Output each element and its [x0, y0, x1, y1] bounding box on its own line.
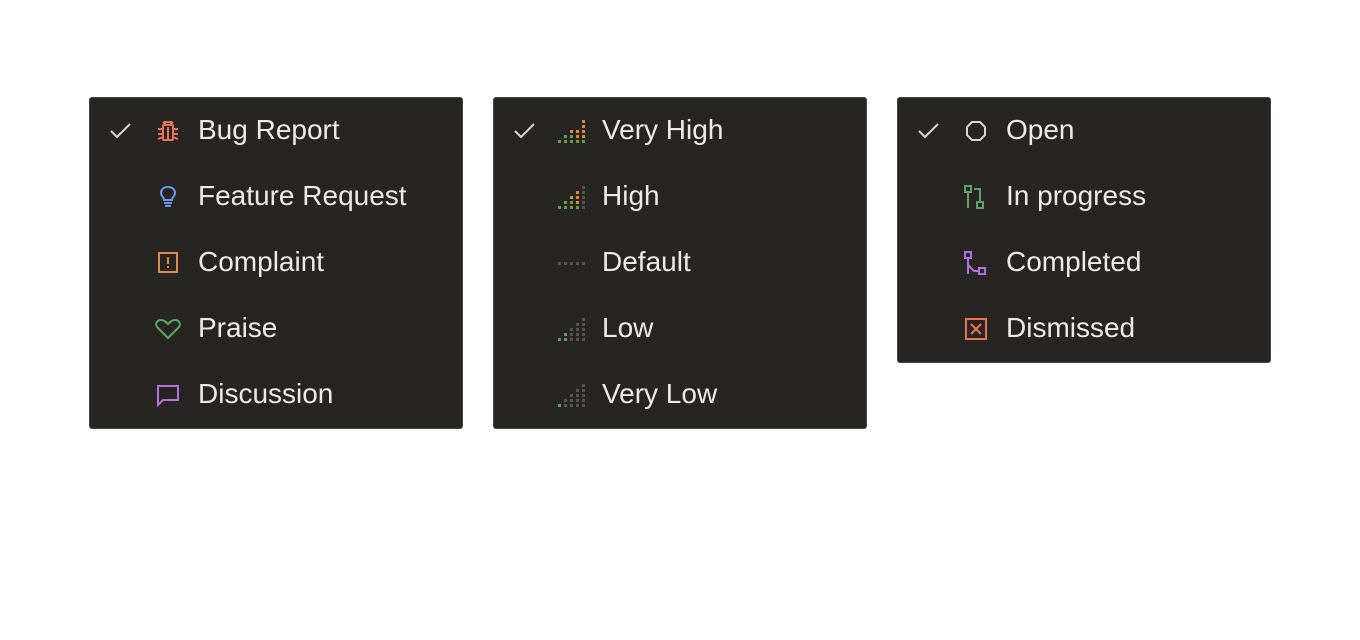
alert-square-icon: [154, 251, 182, 275]
menu-item-in-progress[interactable]: In progress: [898, 164, 1270, 230]
menu-item-label: Low: [602, 312, 654, 343]
menu-item-praise[interactable]: Praise: [90, 296, 462, 362]
menu-item-label: Open: [1006, 114, 1075, 145]
check-icon: [917, 121, 941, 141]
priority-very-high-icon: [558, 119, 586, 143]
priority-menu: Very High High Default Low Very Low: [493, 97, 867, 429]
menu-item-very-low[interactable]: Very Low: [494, 362, 866, 428]
menu-item-label: In progress: [1006, 180, 1147, 211]
priority-high-icon: [558, 185, 586, 209]
menu-item-label: Default: [602, 246, 691, 277]
branch-in-progress-icon: [962, 185, 990, 209]
menu-item-complaint[interactable]: Complaint: [90, 230, 462, 296]
check-icon: [109, 121, 133, 141]
menu-item-label: High: [602, 180, 660, 211]
heart-icon: [154, 317, 182, 341]
priority-very-low-icon: [558, 383, 586, 407]
menu-item-low[interactable]: Low: [494, 296, 866, 362]
menu-item-label: Discussion: [198, 378, 334, 409]
priority-default-icon: [558, 251, 586, 275]
menu-item-label: Very Low: [602, 378, 718, 409]
menu-item-completed[interactable]: Completed: [898, 230, 1270, 296]
priority-low-icon: [558, 317, 586, 341]
menu-item-open[interactable]: Open: [898, 98, 1270, 164]
circle-icon: [962, 119, 990, 143]
speech-bubble-icon: [154, 383, 182, 407]
menu-item-label: Praise: [198, 312, 278, 343]
menu-item-very-high[interactable]: Very High: [494, 98, 866, 164]
menu-item-default[interactable]: Default: [494, 230, 866, 296]
menu-item-label: Dismissed: [1006, 312, 1136, 343]
menu-item-label: Very High: [602, 114, 724, 145]
menu-item-dismissed[interactable]: Dismissed: [898, 296, 1270, 362]
check-icon: [513, 121, 537, 141]
status-menu: Open In progress Completed Dismissed: [897, 97, 1271, 363]
bug-icon: [154, 119, 182, 143]
menu-item-discussion[interactable]: Discussion: [90, 362, 462, 428]
branch-completed-icon: [962, 251, 990, 275]
menu-item-label: Completed: [1006, 246, 1142, 277]
x-square-icon: [962, 317, 990, 341]
menu-item-bug-report[interactable]: Bug Report: [90, 98, 462, 164]
menu-item-high[interactable]: High: [494, 164, 866, 230]
menu-item-label: Complaint: [198, 246, 325, 277]
menu-item-label: Feature Request: [198, 180, 407, 211]
menu-item-feature-request[interactable]: Feature Request: [90, 164, 462, 230]
type-menu: Bug Report Feature Request Complaint Pra…: [89, 97, 463, 429]
lightbulb-icon: [154, 185, 182, 209]
menu-item-label: Bug Report: [198, 114, 340, 145]
